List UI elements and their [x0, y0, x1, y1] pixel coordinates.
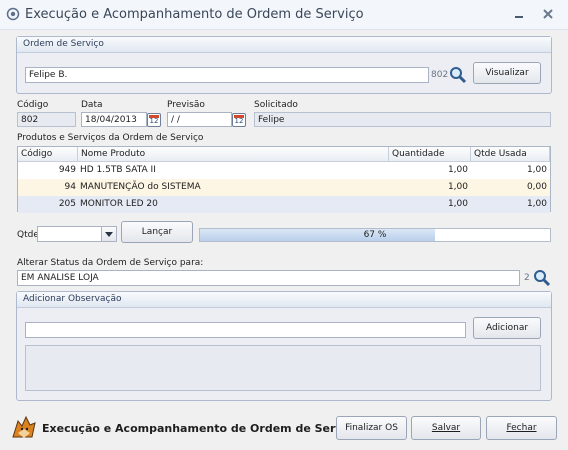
column-header-quantidade[interactable]: Quantidade	[389, 147, 471, 162]
fox-logo	[12, 415, 36, 438]
launch-button-label: Lançar	[141, 227, 173, 237]
codigo-label: Código	[17, 100, 49, 110]
qtde-dropdown-button[interactable]	[102, 226, 117, 242]
view-button-label: Visualizar	[485, 68, 529, 78]
search-icon[interactable]	[533, 269, 551, 287]
search-icon[interactable]	[449, 66, 467, 84]
save-button[interactable]: Salvar	[411, 416, 481, 440]
cell-codigo: 205	[58, 199, 76, 209]
cell-nome: MONITOR LED 20	[80, 199, 158, 209]
cell-quantidade: 1,00	[447, 165, 468, 175]
cell-qtde-usada: 1,00	[526, 165, 547, 175]
products-table[interactable]: Código Nome Produto Quantidade Qtde Usad…	[17, 146, 551, 213]
order-group-title: Ordem de Serviço	[17, 37, 551, 53]
cell-qtde-usada: 0,00	[526, 182, 547, 192]
close-button[interactable]: Fechar	[486, 416, 557, 440]
qtde-label: Qtde	[17, 230, 39, 240]
cell-quantidade: 1,00	[447, 199, 468, 209]
status-code: 2	[524, 273, 530, 283]
minimize-icon[interactable]	[511, 8, 527, 20]
app-icon[interactable]	[6, 7, 20, 21]
close-icon[interactable]	[540, 6, 556, 22]
column-header-qtde-usada[interactable]: Qtde Usada	[471, 147, 550, 162]
table-row[interactable]: 205 MONITOR LED 20 1,00 1,00	[18, 196, 550, 213]
data-label: Data	[81, 100, 103, 110]
footer-title: Execução e Acompanhamento de Ordem de Se…	[42, 422, 361, 435]
add-observation-button-label: Adicionar	[485, 323, 529, 333]
client-code: 802	[431, 70, 449, 80]
finalize-os-button-label: Finalizar OS	[345, 423, 398, 433]
qtde-combobox[interactable]	[37, 226, 102, 242]
chevron-down-icon	[105, 232, 113, 237]
progress-text: 67 %	[363, 230, 387, 240]
cell-qtde-usada: 1,00	[526, 199, 547, 209]
close-button-label: Fechar	[506, 423, 537, 433]
data-field[interactable]: 18/04/2013	[81, 112, 147, 127]
finalize-os-button[interactable]: Finalizar OS	[336, 416, 407, 440]
progress-bar: 67 %	[199, 228, 551, 242]
solicitado-label: Solicitado	[254, 100, 298, 110]
order-group: Ordem de Serviço	[16, 36, 552, 94]
products-title: Produtos e Serviços da Ordem de Serviço	[17, 133, 204, 143]
table-row[interactable]: 94 MANUTENÇÃO do SISTEMA 1,00 0,00	[18, 179, 550, 196]
previsao-label: Previsão	[167, 100, 205, 110]
observation-input[interactable]	[25, 322, 466, 338]
cell-codigo: 949	[58, 165, 76, 175]
previsao-field[interactable]: / /	[167, 112, 232, 127]
observation-group-title: Adicionar Observação	[17, 292, 551, 308]
add-observation-button[interactable]: Adicionar	[473, 317, 541, 339]
window-title: Execução e Acompanhamento de Ordem de Se…	[25, 7, 364, 22]
status-input[interactable]: EM ANALISE LOJA	[17, 270, 520, 286]
calendar-icon[interactable]: 12	[232, 113, 246, 127]
column-header-codigo[interactable]: Código	[18, 147, 78, 162]
codigo-field: 802	[17, 112, 76, 127]
status-label: Alterar Status da Ordem de Serviço para:	[17, 258, 204, 268]
column-header-nome[interactable]: Nome Produto	[78, 147, 389, 162]
cell-nome: MANUTENÇÃO do SISTEMA	[80, 182, 201, 192]
cell-nome: HD 1.5TB SATA II	[80, 165, 156, 175]
view-button[interactable]: Visualizar	[473, 62, 541, 84]
observation-list[interactable]	[25, 345, 541, 391]
table-row[interactable]: 949 HD 1.5TB SATA II 1,00 1,00	[18, 162, 550, 179]
save-button-label: Salvar	[431, 423, 461, 433]
cell-quantidade: 1,00	[447, 182, 468, 192]
calendar-icon[interactable]: 12	[147, 113, 161, 127]
solicitado-field: Felipe	[254, 112, 551, 127]
cell-codigo: 94	[64, 182, 76, 192]
launch-button[interactable]: Lançar	[121, 221, 193, 243]
client-input[interactable]: Felipe B.	[25, 67, 429, 83]
